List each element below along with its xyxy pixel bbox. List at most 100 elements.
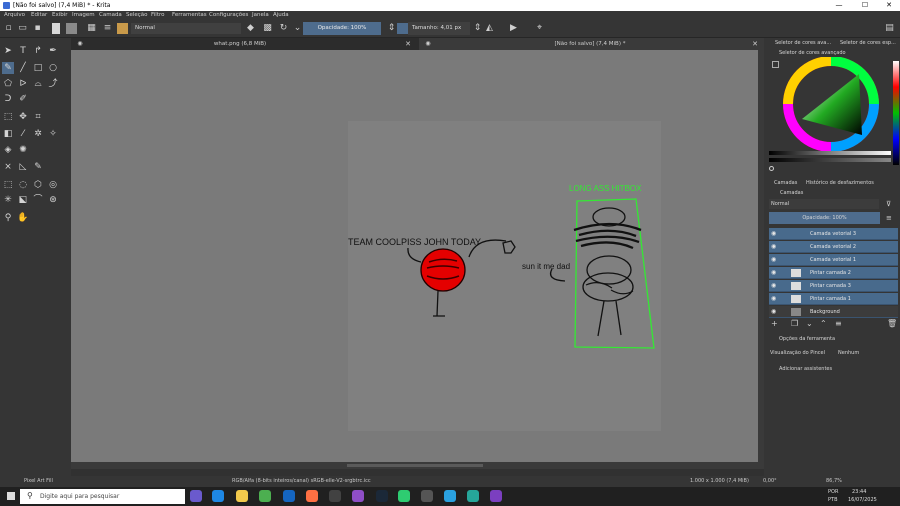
mirror-vertical-icon[interactable]: ▶ (508, 23, 519, 34)
layer-row[interactable]: ◉ Background (769, 306, 898, 318)
close-tab-icon[interactable]: ✕ (402, 38, 414, 50)
eye-icon[interactable]: ◉ (771, 267, 776, 279)
select-shape-icon[interactable]: ➤ (2, 45, 14, 57)
menu-selecao[interactable]: Seleção (126, 12, 148, 18)
polyline-tool-icon[interactable]: ᐅ (17, 78, 29, 90)
app-icon[interactable] (421, 490, 433, 502)
app-icon[interactable] (490, 490, 502, 502)
gray-ramp-2[interactable] (769, 158, 891, 162)
freehand-path-icon[interactable]: ⤴ (47, 78, 59, 90)
crop-tool-icon[interactable]: ⌗ (32, 111, 44, 123)
delete-layer-icon[interactable]: 🗑 (887, 319, 897, 328)
menu-janela[interactable]: Janela (252, 12, 269, 18)
steam-icon[interactable] (376, 490, 388, 502)
explorer-icon[interactable] (236, 490, 248, 502)
ellipse-select-icon[interactable]: ◌ (17, 179, 29, 191)
chevron-down-icon[interactable]: ⌄ (292, 23, 303, 34)
krita-taskbar-icon[interactable] (352, 490, 364, 502)
settings-icon[interactable] (772, 61, 779, 68)
duplicate-layer-icon[interactable]: ❐ (791, 319, 798, 328)
app-icon[interactable] (329, 490, 341, 502)
color-wheel[interactable] (779, 57, 883, 161)
tab-what-png[interactable]: what.png (6,8 MiB) (160, 38, 320, 50)
assistant-tool-icon[interactable]: ⨯ (2, 161, 14, 173)
bezier-select-icon[interactable]: ⌒ (32, 194, 44, 206)
app-icon[interactable] (190, 490, 202, 502)
color-indicator-icon[interactable] (769, 166, 774, 171)
firefox-icon[interactable] (306, 490, 318, 502)
menu-filtro[interactable]: Filtro (151, 12, 164, 18)
pattern-icon[interactable]: ≡ (102, 23, 113, 34)
canvas-drawing[interactable]: TEAM COOLPISS JOHN TODAY sun it me dad L… (71, 50, 764, 462)
save-icon[interactable]: ▪ (32, 23, 43, 34)
start-icon[interactable] (7, 492, 15, 500)
layer-row[interactable]: ◉ Pintar camada 2 (769, 267, 898, 279)
transform-tool-icon[interactable]: ⬚ (2, 111, 14, 123)
horizontal-scrollbar[interactable] (71, 462, 764, 469)
foreground-color-swatch[interactable] (52, 23, 60, 34)
move-up-icon[interactable]: ⌃ (820, 319, 827, 328)
layer-properties-icon[interactable]: ≡ (835, 319, 842, 328)
size-slider[interactable]: Tamanho: 4,01 px (408, 22, 470, 35)
reference-tool-icon[interactable]: ✎ (32, 161, 44, 173)
menu-editar[interactable]: Editar (31, 12, 47, 18)
blend-mode-select[interactable]: Normal (131, 23, 241, 34)
opacity-stepper[interactable]: ⇕ (386, 23, 397, 34)
eye-icon[interactable]: ◉ (771, 228, 776, 240)
pan-tool-icon[interactable]: ✋ (17, 212, 29, 224)
minimize-button[interactable]: — (826, 0, 852, 11)
app-icon[interactable] (444, 490, 456, 502)
layer-row[interactable]: ◉ Camada vetorial 3 (769, 228, 898, 240)
color-strip[interactable] (893, 61, 899, 165)
gradient-tool-icon[interactable]: ◧ (2, 128, 14, 140)
app-icon[interactable] (398, 490, 410, 502)
app-icon[interactable] (467, 490, 479, 502)
canvas-only-icon[interactable]: ▤ (884, 23, 895, 34)
calligraphy-icon[interactable]: ✒ (47, 45, 59, 57)
open-document-icon[interactable]: ▭ (17, 23, 28, 34)
eye-icon[interactable]: ◉ (771, 241, 776, 253)
chrome-icon[interactable] (259, 490, 271, 502)
menu-camada[interactable]: Camada (99, 12, 122, 18)
eye-icon[interactable]: ◉ (771, 293, 776, 305)
search-box[interactable]: Digite aqui para pesquisar (20, 489, 185, 504)
zoom-tool-icon[interactable]: ⚲ (2, 212, 14, 224)
colorize-mask-icon[interactable]: ✺ (17, 144, 29, 156)
enclose-fill-icon[interactable]: ◈ (2, 144, 14, 156)
freehand-select-icon[interactable]: ◎ (47, 179, 59, 191)
bezier-tool-icon[interactable]: ⌓ (32, 78, 44, 90)
rectangle-tool-icon[interactable]: □ (32, 62, 44, 74)
ellipse-tool-icon[interactable]: ○ (47, 62, 59, 74)
mirror-horizontal-icon[interactable]: ◭ (484, 23, 495, 34)
menu-configuracoes[interactable]: Configurações (209, 12, 248, 18)
layer-row[interactable]: ◉ Pintar camada 3 (769, 280, 898, 292)
status-zoom[interactable]: 86,7% (826, 478, 842, 484)
multibrush-icon[interactable]: ✐ (17, 93, 29, 105)
canvas-area[interactable]: TEAM COOLPISS JOHN TODAY sun it me dad L… (71, 50, 764, 462)
menu-arquivo[interactable]: Arquivo (4, 12, 25, 18)
keyboard-layout[interactable]: PTB (828, 497, 838, 503)
color-picker-icon[interactable]: ⁄ (17, 128, 29, 140)
tab-specific-color[interactable]: Seletor de cores esp... (840, 40, 896, 46)
wrap-around-icon[interactable]: ⌖ (534, 23, 545, 34)
measure-tool-icon[interactable]: ◺ (17, 161, 29, 173)
filter-icon[interactable]: ⊽ (886, 199, 896, 209)
add-layer-icon[interactable]: + (771, 319, 778, 328)
close-button[interactable]: ✕ (876, 0, 900, 11)
edge-icon[interactable] (212, 490, 224, 502)
menu-imagem[interactable]: Imagem (72, 12, 95, 18)
brush-preview-select[interactable]: Nenhum (838, 350, 859, 356)
text-tool-icon[interactable]: T (17, 45, 29, 57)
gradient-icon[interactable]: ▦ (86, 23, 97, 34)
maximize-button[interactable]: ☐ (852, 0, 878, 11)
status-rotation[interactable]: 0,00° (763, 478, 777, 484)
size-slider-handle[interactable] (397, 23, 408, 34)
size-stepper[interactable]: ⇕ (472, 23, 483, 34)
eye-icon[interactable]: ◉ (771, 280, 776, 292)
move-down-icon[interactable]: ⌄ (806, 319, 813, 328)
menu-exibir[interactable]: Exibir (52, 12, 68, 18)
new-document-icon[interactable]: ▫ (3, 23, 14, 34)
opacity-slider[interactable]: Opacidade: 100% (303, 22, 381, 35)
horizontal-scroll-thumb[interactable] (347, 464, 483, 467)
polygon-select-icon[interactable]: ⬡ (32, 179, 44, 191)
